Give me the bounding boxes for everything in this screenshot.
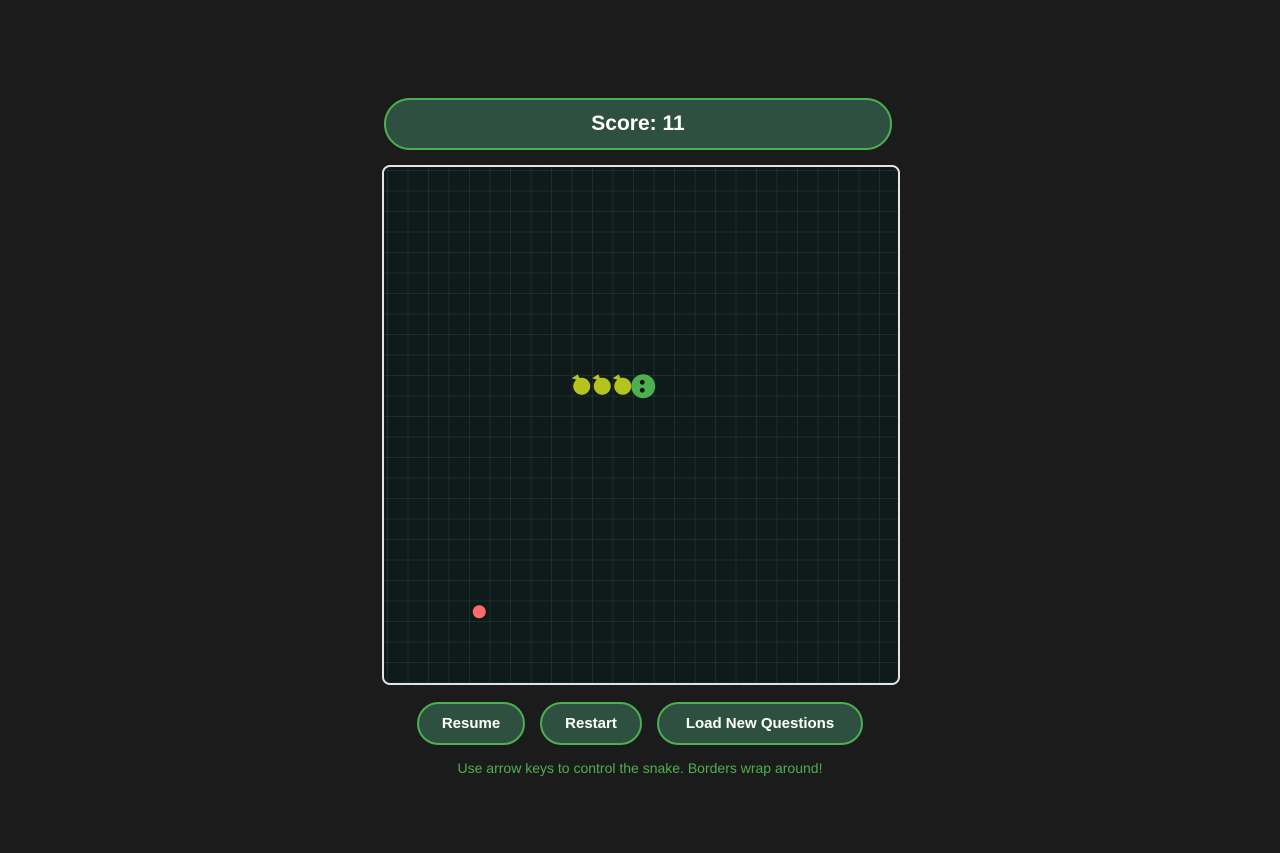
resume-button[interactable]: Resume: [417, 702, 525, 745]
game-canvas: [472, 374, 656, 619]
snake-eye: [639, 387, 645, 393]
game-board[interactable]: [382, 165, 900, 685]
food-dot: [472, 605, 486, 619]
control-bar: Resume Restart Load New Questions: [0, 702, 1280, 745]
restart-button[interactable]: Restart: [540, 702, 642, 745]
score-display: Score: 11: [384, 98, 892, 150]
load-new-questions-button[interactable]: Load New Questions: [657, 702, 863, 745]
snake-segment: [614, 377, 632, 395]
snake-segment: [593, 377, 611, 395]
snake-head: [631, 374, 656, 399]
snake-segment: [573, 377, 591, 395]
snake-eye: [639, 379, 645, 385]
instructions-text: Use arrow keys to control the snake. Bor…: [457, 760, 823, 776]
score-text: Score: 11: [591, 112, 685, 135]
